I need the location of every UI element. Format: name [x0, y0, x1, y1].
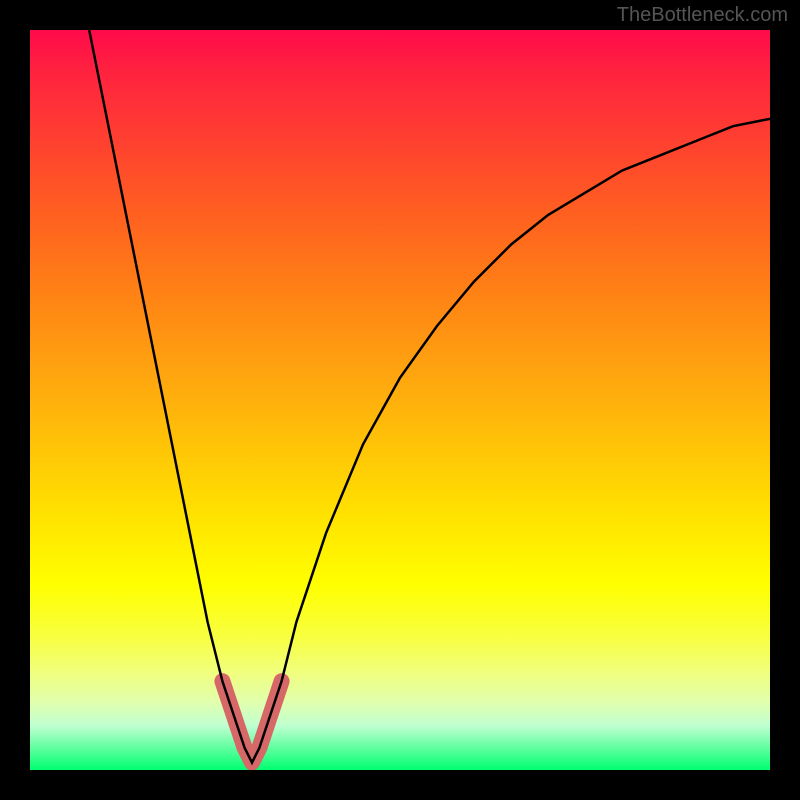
highlight-curve [222, 681, 281, 762]
bottleneck-curve [89, 30, 770, 763]
watermark-text: TheBottleneck.com [617, 4, 788, 27]
chart-svg [30, 30, 770, 770]
chart-plot-area [30, 30, 770, 770]
